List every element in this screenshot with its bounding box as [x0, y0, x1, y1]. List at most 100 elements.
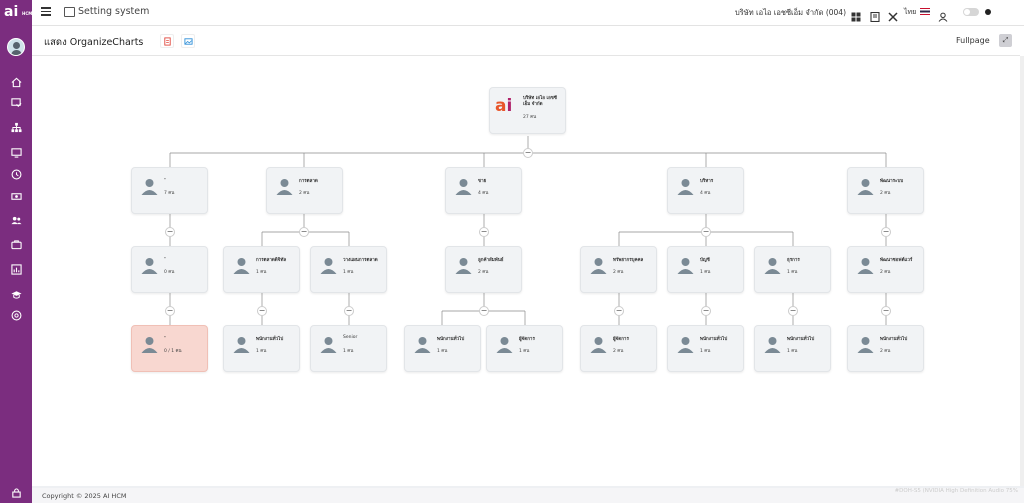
audio-overlay-text: #DOH-S5 (NVIDIA High Definition Audio 75…: [894, 488, 1018, 494]
clock-icon[interactable]: [10, 169, 22, 181]
org-node-name: บริหาร: [700, 179, 714, 184]
org-node-name: พัฒนาซอฟต์แวร์: [880, 258, 913, 263]
collapse-toggle[interactable]: −: [257, 306, 267, 316]
org-node-name: พนักงานทั่วไป: [437, 337, 465, 342]
card-header: แสดง OrganizeCharts Fullpage ⤢: [32, 26, 1020, 56]
org-node-level3[interactable]: Senior 1 คน: [310, 325, 387, 372]
person-icon: [141, 179, 158, 195]
org-node-name: ธุรการ: [787, 258, 800, 263]
org-node-level3[interactable]: - 0 / 1 คน: [131, 325, 208, 372]
org-node-level1[interactable]: บริหาร 4 คน: [667, 167, 744, 214]
org-node-name: บริษัท เอไอ เอชซี เอ็ม จำกัด: [523, 96, 557, 107]
org-node-level3[interactable]: พนักงานทั่วไป 1 คน: [223, 325, 300, 372]
export-image-button[interactable]: [181, 34, 195, 48]
person-icon: [141, 337, 158, 353]
org-node-count: 2 คน: [613, 349, 624, 354]
grid-apps-icon[interactable]: [851, 7, 861, 22]
person-icon: [320, 258, 337, 274]
collapse-toggle[interactable]: −: [523, 148, 533, 158]
tools-icon[interactable]: [888, 7, 898, 22]
dark-mode-dot-icon[interactable]: [985, 9, 991, 15]
lock-icon[interactable]: [10, 487, 22, 499]
pdf-icon: [163, 36, 171, 46]
org-node-level3[interactable]: ผู้จัดการ 1 คน: [486, 325, 563, 372]
org-node-level2[interactable]: การตลาดดิจิทัล 1 คน: [223, 246, 300, 293]
collapse-toggle[interactable]: −: [701, 306, 711, 316]
org-node-count: 1 คน: [343, 349, 354, 354]
org-node-root[interactable]: ai บริษัท เอไอ เอชซี เอ็ม จำกัด 27 คน: [489, 87, 566, 134]
language-selector[interactable]: ไทย: [904, 7, 916, 18]
org-node-level1[interactable]: ขาย 4 คน: [445, 167, 522, 214]
collapse-toggle[interactable]: −: [479, 227, 489, 237]
checklist-icon[interactable]: [10, 97, 22, 109]
org-node-count: 2 คน: [613, 270, 624, 275]
graduation-icon[interactable]: [10, 289, 22, 301]
org-node-name: -: [164, 177, 166, 182]
org-node-level3[interactable]: พนักงานทั่วไป 1 คน: [667, 325, 744, 372]
app-logo[interactable]: ai HCM: [4, 4, 32, 20]
home-icon[interactable]: [10, 77, 22, 89]
org-node-level2[interactable]: ลูกค้าสัมพันธ์ 2 คน: [445, 246, 522, 293]
bookmark-icon[interactable]: [870, 7, 880, 23]
org-node-count: 1 คน: [256, 270, 267, 275]
org-node-level3[interactable]: ผู้จัดการ 2 คน: [580, 325, 657, 372]
org-node-count: 2 คน: [478, 270, 489, 275]
report-icon[interactable]: [10, 264, 22, 276]
org-node-name: พนักงานทั่วไป: [700, 337, 728, 342]
person-icon: [233, 258, 250, 274]
org-node-level2[interactable]: พัฒนาซอฟต์แวร์ 2 คน: [847, 246, 924, 293]
org-node-name: การตลาด: [299, 179, 318, 184]
collapse-toggle[interactable]: −: [165, 306, 175, 316]
collapse-toggle[interactable]: −: [614, 306, 624, 316]
org-node-name: ผู้จัดการ: [613, 337, 629, 342]
org-node-level1[interactable]: - 7 คน: [131, 167, 208, 214]
collapse-toggle[interactable]: −: [881, 306, 891, 316]
org-node-count: 1 คน: [700, 270, 711, 275]
org-node-level3[interactable]: พนักงานทั่วไป 2 คน: [847, 325, 924, 372]
settings-circle-icon[interactable]: [10, 310, 22, 322]
company-selector[interactable]: บริษัท เอไอ เอชซีเอ็ม จำกัด (004): [735, 7, 846, 19]
org-node-level1[interactable]: การตลาด 2 คน: [266, 167, 343, 214]
money-icon[interactable]: [10, 191, 22, 203]
vertical-scrollbar[interactable]: [1020, 56, 1024, 486]
org-node-level2[interactable]: - 0 คน: [131, 246, 208, 293]
org-node-name: -: [164, 335, 166, 340]
user-avatar[interactable]: [7, 38, 25, 56]
person-icon: [857, 337, 874, 353]
hamburger-menu-icon[interactable]: [41, 7, 51, 17]
org-node-count: 1 คน: [519, 349, 530, 354]
collapse-toggle[interactable]: −: [344, 306, 354, 316]
users-icon[interactable]: [10, 215, 22, 227]
image-icon: [183, 37, 193, 45]
person-icon: [677, 179, 694, 195]
person-icon: [496, 337, 513, 353]
collapse-toggle[interactable]: −: [701, 227, 711, 237]
footer: Copyright © 2025 AI HCM #DOH-S5 (NVIDIA …: [32, 488, 1024, 503]
org-node-name: ทรัพยากรบุคคล: [613, 258, 644, 263]
org-node-level3[interactable]: พนักงานทั่วไป 1 คน: [404, 325, 481, 372]
user-profile-icon[interactable]: [938, 7, 948, 22]
org-node-level2[interactable]: ธุรการ 1 คน: [754, 246, 831, 293]
briefcase-icon[interactable]: [10, 239, 22, 251]
org-node-name: พนักงานทั่วไป: [256, 337, 284, 342]
collapse-toggle[interactable]: −: [881, 227, 891, 237]
org-tree-icon[interactable]: [10, 122, 22, 134]
org-node-level2[interactable]: ทรัพยากรบุคคล 2 คน: [580, 246, 657, 293]
org-node-level3[interactable]: พนักงานทั่วไป 1 คน: [754, 325, 831, 372]
person-icon: [677, 258, 694, 274]
theme-toggle[interactable]: [963, 8, 979, 16]
org-node-level1[interactable]: พัฒนาระบบ 2 คน: [847, 167, 924, 214]
collapse-toggle[interactable]: −: [788, 306, 798, 316]
org-node-level2[interactable]: บัญชี 1 คน: [667, 246, 744, 293]
export-pdf-button[interactable]: [160, 34, 174, 48]
org-node-count: 1 คน: [437, 349, 448, 354]
fullpage-expand-button[interactable]: ⤢: [999, 34, 1012, 47]
org-node-level2[interactable]: วางแผนการตลาด 1 คน: [310, 246, 387, 293]
collapse-toggle[interactable]: −: [299, 227, 309, 237]
thai-flag-icon[interactable]: [920, 8, 930, 15]
org-chart-card: แสดง OrganizeCharts Fullpage ⤢ ai บริษัท…: [32, 26, 1024, 486]
collapse-toggle[interactable]: −: [479, 306, 489, 316]
monitor-icon[interactable]: [10, 147, 22, 159]
collapse-toggle[interactable]: −: [165, 227, 175, 237]
org-node-name: -: [164, 256, 166, 261]
